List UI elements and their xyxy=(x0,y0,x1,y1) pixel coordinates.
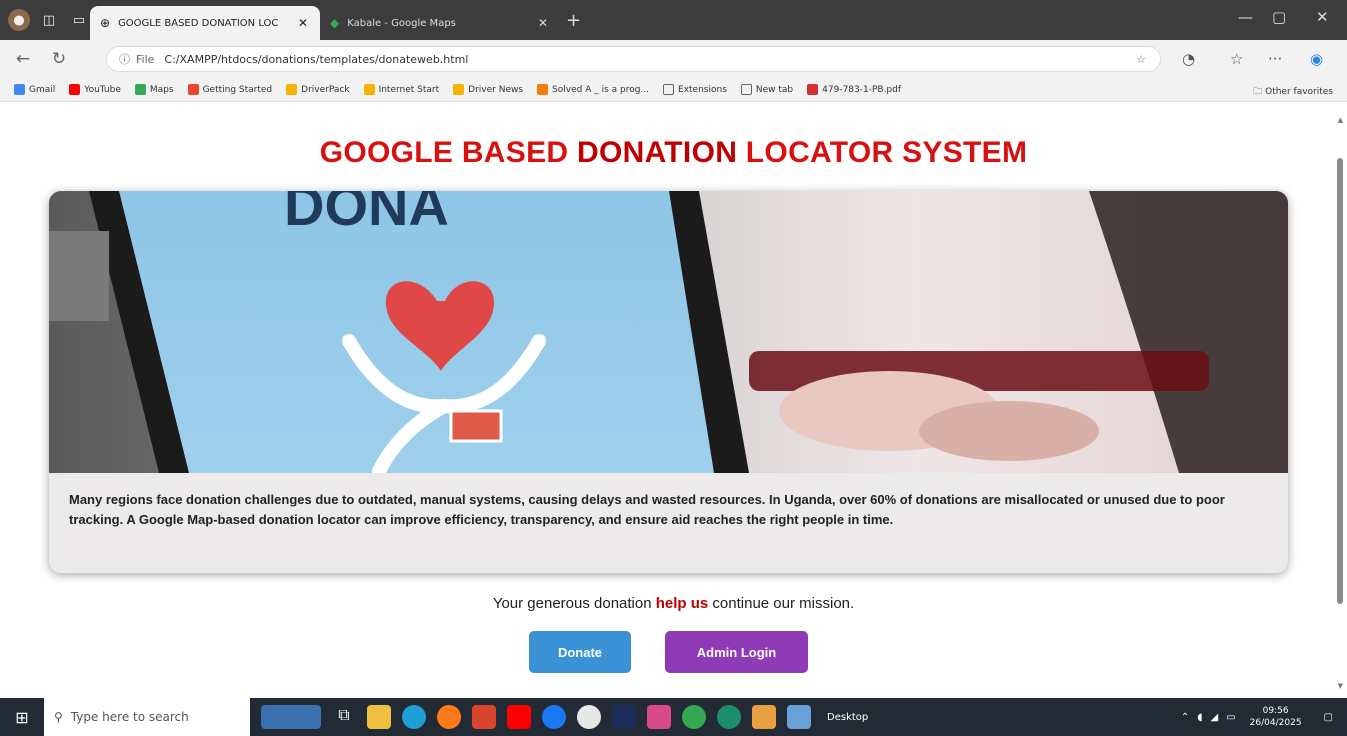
app-icon[interactable] xyxy=(717,705,741,729)
favorites-icon[interactable]: ☆ xyxy=(1230,50,1243,68)
youtube-icon[interactable] xyxy=(507,705,531,729)
windows-start-icon[interactable]: ⊞ xyxy=(0,708,44,727)
page-title: GOOGLE BASED DONATION LOCATOR SYSTEM xyxy=(319,136,1028,169)
speaker-icon[interactable]: ◖ xyxy=(1197,712,1202,723)
bookmark-gmail[interactable]: Gmail xyxy=(14,84,55,95)
info-icon[interactable]: ⓘ xyxy=(119,51,130,67)
close-tab-icon[interactable]: ✕ xyxy=(298,16,308,30)
search-placeholder: Type here to search xyxy=(70,710,189,724)
scroll-up-icon[interactable]: ▲ xyxy=(1338,116,1343,124)
description-text: Many regions face donation challenges du… xyxy=(69,492,1225,527)
powerpoint-icon[interactable] xyxy=(472,705,496,729)
workspaces-icon[interactable]: ◫ xyxy=(38,9,60,31)
close-window-icon[interactable]: ✕ xyxy=(1316,8,1329,26)
edge-icon[interactable] xyxy=(402,705,426,729)
search-icon: ⚲ xyxy=(54,710,63,724)
page-scrollbar[interactable]: ▲ ▼ xyxy=(1331,102,1347,698)
chrome-icon[interactable] xyxy=(682,705,706,729)
chevron-up-icon[interactable]: ⌃ xyxy=(1181,712,1189,723)
file-explorer-icon[interactable] xyxy=(367,705,391,729)
app-icon[interactable] xyxy=(577,705,601,729)
gmail-icon xyxy=(14,84,25,95)
bookmark-pdf[interactable]: 479-783-1-PB.pdf xyxy=(807,84,901,95)
tab-actions-icon[interactable]: ▭ xyxy=(68,9,90,31)
youtube-icon xyxy=(69,84,81,95)
hero-image: DONA xyxy=(49,191,1288,473)
hero-donate-word: DONA xyxy=(284,191,449,237)
new-tab-icon[interactable]: + xyxy=(566,10,581,31)
task-view-icon[interactable]: ⧉ xyxy=(332,705,356,729)
refresh-icon[interactable]: ↻ xyxy=(46,49,72,69)
taskbar-clock[interactable]: 09:56 26/04/2025 xyxy=(1250,705,1302,729)
notification-icon[interactable]: ▢ xyxy=(1324,712,1333,723)
desktop-toolbar-label[interactable]: Desktop xyxy=(827,712,868,723)
bookmark-getting-started[interactable]: Getting Started xyxy=(187,84,272,95)
donate-button[interactable]: Donate xyxy=(529,631,631,673)
url-scheme: File xyxy=(136,52,155,66)
address-bar[interactable]: ⓘ File C:/XAMPP/htdocs/donations/templat… xyxy=(106,46,1161,72)
internet-start-icon xyxy=(363,84,375,95)
bookmark-extensions[interactable]: Extensions xyxy=(663,84,727,95)
network-icon[interactable]: ◢ xyxy=(1211,712,1219,723)
new-tab-icon xyxy=(740,84,752,95)
bookmark-internet-start[interactable]: Internet Start xyxy=(363,84,439,95)
maps-icon xyxy=(134,84,146,95)
address-toolbar: ← ↻ ⓘ File C:/XAMPP/htdocs/donations/tem… xyxy=(0,40,1347,78)
url-text: C:/XAMPP/htdocs/donations/templates/dona… xyxy=(164,52,469,66)
firefox-icon xyxy=(187,84,199,95)
facebook-icon[interactable] xyxy=(542,705,566,729)
photoshop-icon[interactable] xyxy=(612,705,636,729)
bookmark-youtube[interactable]: YouTube xyxy=(69,84,121,95)
bookmark-new-tab[interactable]: New tab xyxy=(740,84,793,95)
profile-icon[interactable]: ● xyxy=(8,9,30,31)
app-icon[interactable] xyxy=(787,705,811,729)
mission-text: Your generous donation help us continue … xyxy=(492,595,855,612)
bookmark-driverpack[interactable]: DriverPack xyxy=(286,84,350,95)
clock-time: 09:56 xyxy=(1262,706,1289,716)
pdf-icon xyxy=(807,84,819,95)
taskbar-search[interactable]: ⚲ Type here to search xyxy=(44,698,250,736)
clock-date: 26/04/2025 xyxy=(1249,718,1302,728)
bookmarks-bar: Gmail YouTube Maps Getting Started Drive… xyxy=(0,78,1347,102)
battery-icon[interactable]: ▭ xyxy=(1226,712,1235,723)
bookmark-maps[interactable]: Maps xyxy=(134,84,174,95)
admin-login-button[interactable]: Admin Login xyxy=(665,631,808,673)
other-favorites[interactable]: 🗀 Other favorites xyxy=(1253,84,1333,100)
tab-kabale-maps[interactable]: ◆ Kabale - Google Maps ✕ xyxy=(320,6,560,40)
browser-tab-bar: ● ◫ ▭ ⊕ GOOGLE BASED DONATION LOC ✕ ◆ Ka… xyxy=(0,0,1347,40)
scroll-down-icon[interactable]: ▼ xyxy=(1338,682,1343,690)
windows-taskbar: ⊞ ⚲ Type here to search ⧉ Desktop ⌃ ◖ ◢ … xyxy=(0,698,1347,736)
maps-icon: ◆ xyxy=(330,16,340,30)
scrollbar-thumb[interactable] xyxy=(1337,158,1343,604)
intro-card: DONA Many regions face donation challeng… xyxy=(49,191,1288,573)
extensions-icon[interactable]: ◔ xyxy=(1182,50,1195,68)
app-icon[interactable] xyxy=(752,705,776,729)
copilot-icon[interactable]: ◉ xyxy=(1310,50,1323,68)
back-icon[interactable]: ← xyxy=(10,49,36,69)
bookmark-driver-news[interactable]: Driver News xyxy=(453,84,523,95)
driverpack-icon xyxy=(286,84,298,95)
bookmark-solved[interactable]: Solved A _ is a prog... xyxy=(537,84,649,95)
minimize-icon[interactable]: — xyxy=(1238,8,1253,26)
system-tray: ⌃ ◖ ◢ ▭ 09:56 26/04/2025 ▢ xyxy=(1181,698,1333,736)
close-tab-icon[interactable]: ✕ xyxy=(538,16,548,30)
driver-news-icon xyxy=(453,84,465,95)
folder-icon: 🗀 xyxy=(1253,87,1266,97)
page-viewport: GOOGLE BASED DONATION LOCATOR SYSTEM DON… xyxy=(0,102,1347,698)
app-icon[interactable] xyxy=(647,705,671,729)
weather-widget-icon[interactable] xyxy=(261,705,321,729)
globe-icon: ⊕ xyxy=(100,16,111,30)
tab-donation-locator[interactable]: ⊕ GOOGLE BASED DONATION LOC ✕ xyxy=(90,6,320,40)
favorite-star-icon[interactable]: ☆ xyxy=(1136,53,1146,66)
maximize-icon[interactable]: ▢ xyxy=(1272,8,1286,26)
tab-label: Kabale - Google Maps xyxy=(347,17,456,29)
chegg-icon xyxy=(537,84,549,95)
tab-label: GOOGLE BASED DONATION LOC xyxy=(118,17,279,29)
extensions-icon xyxy=(663,84,675,95)
more-options-icon[interactable]: ··· xyxy=(1268,50,1282,68)
firefox-icon[interactable] xyxy=(437,705,461,729)
